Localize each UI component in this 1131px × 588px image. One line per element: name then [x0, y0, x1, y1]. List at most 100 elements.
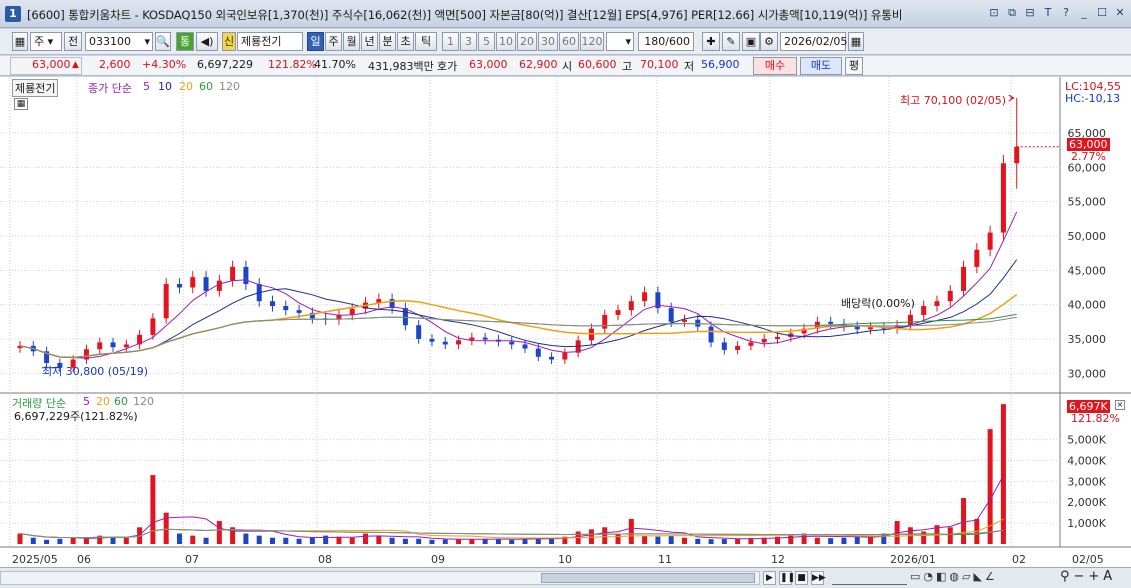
tab-period-month[interactable]: 월 — [343, 32, 360, 51]
legend-ma60: 60 — [199, 80, 213, 93]
stock-code-input[interactable]: 033100 ▾ — [85, 32, 153, 51]
restore-icon[interactable]: ⧉ — [1005, 6, 1019, 20]
high-label: 고 — [622, 60, 633, 73]
bid-label: 호가 — [437, 60, 458, 73]
text-icon[interactable]: T — [1041, 6, 1055, 20]
interval-1[interactable]: 1 — [442, 32, 459, 51]
interval-3[interactable]: 3 — [460, 32, 477, 51]
tab-period-tick[interactable]: 틱 — [415, 32, 437, 51]
low-label: 저 — [684, 60, 695, 73]
candle-body — [562, 352, 568, 360]
scroll-thumb[interactable] — [541, 573, 755, 583]
volume-bar — [44, 539, 50, 544]
interval-5[interactable]: 5 — [478, 32, 495, 51]
chart-area[interactable]: 30,000 35,000 40,000 45,000 50,000 55,000 60,0… — [0, 77, 1131, 567]
buy-button[interactable]: 매수 — [753, 57, 797, 75]
save-icon[interactable]: ▣ — [742, 32, 760, 51]
horizontal-scrollbar[interactable] — [0, 571, 760, 585]
volume-bar — [854, 536, 860, 544]
candle-body — [456, 340, 462, 345]
tong-button[interactable]: 통 — [176, 32, 194, 51]
period-type-select[interactable]: 주 ▾ — [30, 32, 62, 51]
minimize-icon[interactable]: _ — [1077, 6, 1091, 20]
volume-bar — [429, 539, 435, 544]
close-icon[interactable]: × — [1115, 400, 1125, 410]
volume-bar — [668, 535, 674, 544]
calendar-icon[interactable]: ▦ — [848, 32, 864, 51]
tab-period-year[interactable]: 년 — [361, 32, 378, 51]
interval-60[interactable]: 60 — [559, 32, 579, 51]
data-count-field[interactable]: 180/600 — [638, 32, 694, 51]
candle-body — [203, 277, 209, 291]
x-tick-label: 10 — [558, 553, 572, 566]
window-controls: ⊡ ⧉ ⊟ T ? _ ☐ ✕ — [987, 6, 1127, 20]
candle-body — [549, 356, 555, 360]
candle-body — [721, 342, 727, 350]
interval-120[interactable]: 120 — [580, 32, 604, 51]
volume-bar — [442, 539, 448, 544]
volume-bar — [841, 537, 847, 544]
interval-30[interactable]: 30 — [538, 32, 558, 51]
candle-body — [934, 301, 940, 307]
fast-forward-icon[interactable]: ▶▶ — [811, 571, 826, 585]
candle-body — [163, 284, 169, 319]
close-icon[interactable]: ✕ — [1113, 6, 1127, 20]
volume-bar — [283, 537, 289, 544]
tab-period-day[interactable]: 일 — [307, 32, 324, 51]
avg-button[interactable]: 평 — [845, 57, 863, 75]
tab-period-week[interactable]: 주 — [325, 32, 342, 51]
date-field[interactable]: 2026/02/05 — [780, 32, 847, 51]
price-change-pct: +4.30% — [142, 58, 187, 71]
candle-body — [509, 341, 515, 345]
candle-body — [150, 318, 156, 335]
pin-icon[interactable]: ✚ — [702, 32, 720, 51]
x-tick-label: 09 — [431, 553, 445, 566]
maximize-icon[interactable]: ☐ — [1095, 6, 1109, 20]
turnover-ratio: 41.70% — [314, 58, 356, 71]
layout-icon[interactable]: ⊡ — [987, 6, 1001, 20]
volume-bar — [17, 533, 23, 544]
draw-tool-icon[interactable]: ✎ — [722, 32, 740, 51]
volume-bar — [921, 531, 927, 544]
candle-body — [97, 342, 103, 350]
split-icon[interactable]: ⊟ — [1023, 6, 1037, 20]
x-tick-label: 02 — [1012, 553, 1026, 566]
volume-bar — [695, 538, 701, 544]
tab-period-minute[interactable]: 분 — [379, 32, 396, 51]
prev-button[interactable]: 전 — [64, 32, 82, 51]
tab-period-second[interactable]: 초 — [397, 32, 414, 51]
candle-body — [296, 310, 302, 313]
settings-icon[interactable]: ⚙ — [760, 32, 778, 51]
zoom-controls[interactable]: ⚲−+A — [1060, 569, 1116, 584]
search-icon[interactable]: 🔍 — [155, 32, 171, 51]
zoom-slider[interactable] — [832, 571, 907, 585]
interval-20[interactable]: 20 — [517, 32, 537, 51]
volume-bar — [721, 538, 727, 544]
price-tick-label: 30,000 — [1068, 367, 1107, 380]
volume-tick-label: 3,000K — [1067, 475, 1106, 488]
drawing-tools[interactable]: ▭◔◧◍▱◣∠ — [910, 570, 998, 583]
interval-select[interactable]: ▾ — [606, 32, 634, 51]
pause-icon[interactable]: ❚❚ — [779, 571, 795, 585]
chevron-down-icon: ▾ — [625, 35, 631, 48]
x-tick-label: 08 — [318, 553, 332, 566]
help-icon[interactable]: ? — [1059, 6, 1073, 20]
chart-stock-tag[interactable]: 제룡전기 — [12, 79, 59, 97]
sound-icon[interactable]: ◀) — [196, 32, 218, 51]
sell-button[interactable]: 매도 — [800, 57, 842, 75]
legend-ma10: 10 — [158, 80, 172, 93]
high-note: 최고 70,100 (02/05) — [900, 94, 1007, 107]
candle-body — [628, 301, 634, 311]
candle-body — [695, 319, 701, 327]
window-number-badge: 1 — [5, 6, 21, 22]
candle-body — [243, 266, 249, 285]
period-type-value: 주 — [34, 35, 45, 48]
stock-name-field: 제룡전기 — [237, 32, 303, 51]
sin-button[interactable]: 신 — [222, 32, 236, 51]
play-icon[interactable]: ▶ — [763, 571, 776, 585]
stop-icon[interactable]: ■ — [795, 571, 808, 585]
legend-vol-ma120: 120 — [133, 395, 154, 408]
interval-10[interactable]: 10 — [496, 32, 516, 51]
table-icon[interactable]: ▦ — [14, 98, 28, 110]
grid-menu-icon[interactable]: ▦ — [12, 32, 28, 51]
